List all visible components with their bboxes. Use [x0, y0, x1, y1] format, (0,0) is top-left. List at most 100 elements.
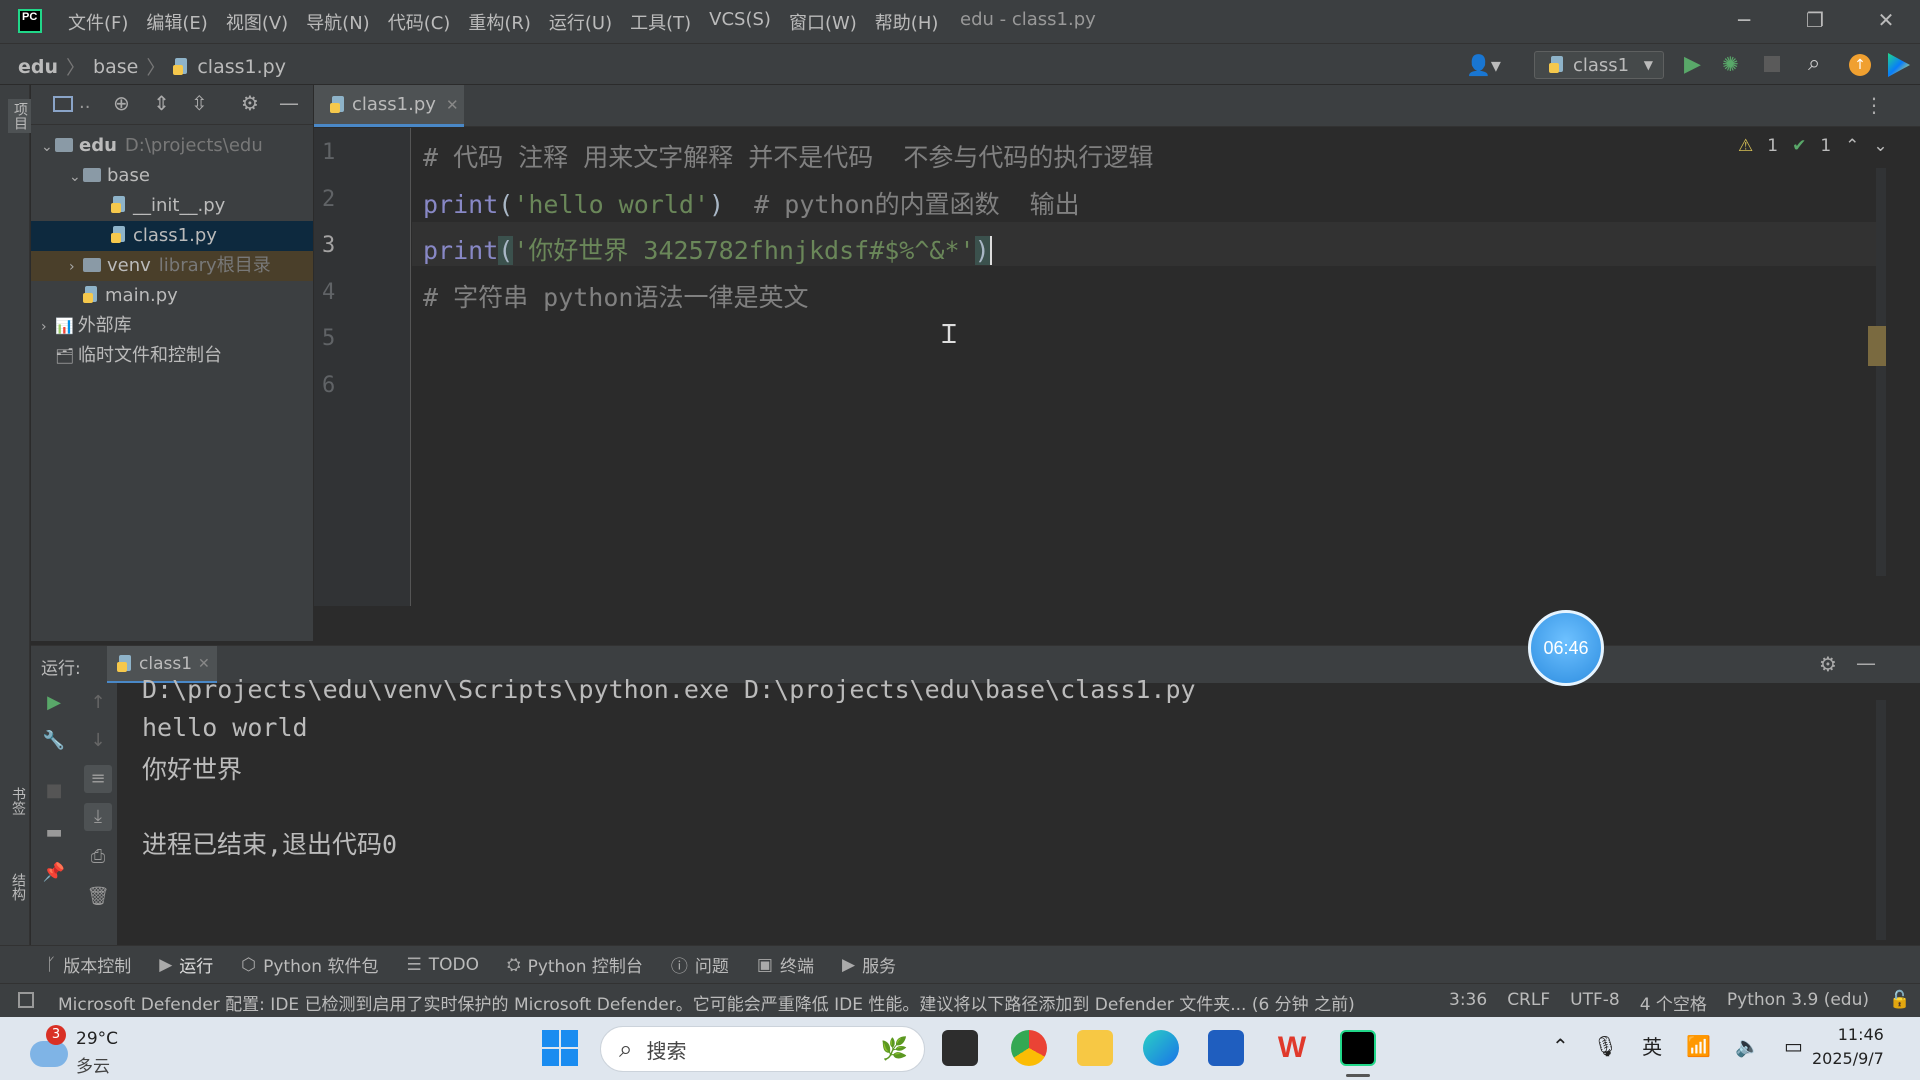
menu-item[interactable]: 重构(R): [468, 9, 531, 35]
tool-tab[interactable]: ▶ 运行: [159, 952, 213, 978]
print-icon[interactable]: ⎙: [84, 843, 112, 871]
menu-item[interactable]: 文件(F): [68, 9, 128, 35]
volume-icon[interactable]: 🔈: [1735, 1034, 1760, 1058]
chevron-up-icon[interactable]: ⌃: [1845, 136, 1859, 156]
menu-item[interactable]: 编辑(E): [146, 9, 207, 35]
locate-icon[interactable]: ⊕: [113, 91, 130, 115]
hide-icon[interactable]: —: [279, 91, 299, 115]
console-scrollbar[interactable]: [1876, 700, 1886, 940]
code-line[interactable]: print('你好世界 3425782fhnjkdsf#$%^&*'): [423, 231, 992, 267]
battery-icon[interactable]: ▭: [1784, 1034, 1803, 1058]
code-lines[interactable]: # 代码 注释 用来文字解释 并不是代码 不参与代码的执行逻辑 print('he…: [412, 128, 1876, 606]
rerun-icon[interactable]: ▶: [40, 689, 68, 717]
menu-item[interactable]: VCS(S): [709, 9, 771, 35]
trash-icon[interactable]: 🗑: [84, 883, 112, 911]
taskbar-search[interactable]: ⌕ 搜索 🌿: [600, 1026, 925, 1072]
tree-item[interactable]: ⌄ base: [31, 161, 313, 191]
ime-indicator[interactable]: 英: [1642, 1031, 1662, 1060]
update-icon[interactable]: ↑: [1849, 54, 1871, 76]
bookmarks-tool-button[interactable]: 书签: [8, 787, 28, 815]
tree-item[interactable]: ⌄ edu D:\projects\edu: [31, 131, 313, 161]
scroll-to-end-icon[interactable]: ⤓: [84, 803, 112, 831]
wifi-icon[interactable]: 📶: [1686, 1034, 1711, 1058]
more-icon[interactable]: ..: [79, 92, 90, 113]
store-icon[interactable]: [1208, 1030, 1244, 1066]
structure-tool-button[interactable]: 结构: [8, 873, 28, 901]
soft-wrap-icon[interactable]: ≡: [84, 765, 112, 793]
stop-icon[interactable]: ■: [40, 777, 68, 805]
close-icon[interactable]: ✕: [1874, 8, 1898, 32]
collapse-all-icon[interactable]: ⇳: [191, 91, 208, 115]
editor-tab-class1[interactable]: class1.py ✕: [314, 85, 464, 127]
menu-item[interactable]: 窗口(W): [789, 9, 857, 35]
tool-tab[interactable]: ▶ 服务: [842, 952, 896, 978]
recording-timer[interactable]: 06:46: [1528, 610, 1604, 686]
arrow-up-icon[interactable]: ↑: [84, 689, 112, 717]
edge-icon[interactable]: [1143, 1030, 1179, 1066]
menu-item[interactable]: 运行(U): [549, 9, 612, 35]
inspection-widget[interactable]: ⚠ 1 ✔ 1 ⌃ ⌄: [1738, 136, 1888, 156]
gear-icon[interactable]: ⚙: [1819, 652, 1837, 676]
pycharm-taskbar-icon[interactable]: [1340, 1030, 1376, 1066]
breadcrumb-item-folder[interactable]: base: [93, 56, 138, 78]
tool-tab[interactable]: ▣ 终端: [757, 952, 814, 978]
tree-item[interactable]: › 📊 外部库: [31, 311, 313, 341]
expand-all-icon[interactable]: ⇕: [153, 91, 170, 115]
tree-item[interactable]: class1.py: [31, 221, 313, 251]
caret-position[interactable]: 3:36: [1449, 990, 1487, 1015]
menu-item[interactable]: 工具(T): [630, 9, 691, 35]
menu-item[interactable]: 代码(C): [388, 9, 451, 35]
tree-item[interactable]: 🗂 临时文件和控制台: [31, 341, 313, 371]
tree-item[interactable]: __init__.py: [31, 191, 313, 221]
arrow-down-icon[interactable]: ↓: [84, 727, 112, 755]
plugin-icon[interactable]: [1888, 53, 1910, 77]
layout-icon[interactable]: ▬: [40, 819, 68, 847]
minimize-icon[interactable]: ─: [1732, 8, 1756, 32]
tool-tab[interactable]: ᚴ 版本控制: [46, 952, 131, 978]
editor-scrollbar[interactable]: [1876, 168, 1886, 576]
tool-tab[interactable]: ⬡ Python 软件包: [241, 952, 378, 978]
tree-item[interactable]: › venv library根目录: [31, 251, 313, 281]
chevron-down-icon[interactable]: ⌄: [1873, 136, 1887, 156]
chevron-down-icon[interactable]: ⌄: [41, 132, 55, 162]
task-view-icon[interactable]: [942, 1030, 978, 1066]
restore-icon[interactable]: ❐: [1803, 8, 1827, 32]
user-account-icon[interactable]: 👤▾: [1466, 53, 1501, 77]
run-console[interactable]: D:\projects\edu\venv\Scripts\python.exe …: [117, 675, 1877, 945]
chevron-down-icon[interactable]: ⌄: [69, 162, 83, 192]
pin-icon[interactable]: 📌: [40, 859, 68, 887]
line-separator[interactable]: CRLF: [1507, 990, 1550, 1015]
chrome-icon[interactable]: [1011, 1030, 1047, 1066]
status-message[interactable]: Microsoft Defender 配置: IDE 已检测到启用了实时保护的 …: [58, 990, 1355, 1015]
wps-icon[interactable]: W: [1274, 1030, 1310, 1066]
run-configuration-select[interactable]: class1 ▼: [1534, 51, 1664, 79]
tree-item[interactable]: main.py: [31, 281, 313, 311]
chevron-right-icon[interactable]: ›: [41, 312, 55, 342]
more-vertical-icon[interactable]: ⋮: [1864, 93, 1884, 117]
chevron-right-icon[interactable]: ›: [69, 252, 83, 282]
menu-item[interactable]: 导航(N): [306, 9, 370, 35]
breadcrumb-item-file[interactable]: class1.py: [197, 56, 286, 78]
file-explorer-icon[interactable]: [1077, 1030, 1113, 1066]
hide-icon[interactable]: —: [1856, 651, 1876, 675]
microphone-icon[interactable]: 🎙: [1593, 1034, 1618, 1058]
interpreter-selector[interactable]: Python 3.9 (edu): [1727, 990, 1869, 1015]
tool-tab[interactable]: ☰ TODO: [406, 955, 479, 975]
tool-tab[interactable]: ⓘ 问题: [671, 952, 729, 977]
lock-icon[interactable]: 🔓: [1889, 990, 1910, 1015]
code-line[interactable]: # 代码 注释 用来文字解释 并不是代码 不参与代码的执行逻辑: [423, 138, 1153, 174]
close-tab-icon[interactable]: ✕: [198, 656, 210, 672]
indent-setting[interactable]: 4 个空格: [1640, 990, 1707, 1015]
close-tab-icon[interactable]: ✕: [446, 96, 459, 114]
breadcrumb-item-project[interactable]: edu: [18, 56, 58, 78]
search-icon[interactable]: ⌕: [1808, 51, 1820, 76]
wrench-icon[interactable]: 🔧: [40, 727, 68, 755]
menu-item[interactable]: 帮助(H): [875, 9, 939, 35]
debug-icon[interactable]: ✺: [1722, 52, 1739, 76]
code-line[interactable]: print('hello world') # python的内置函数 输出: [423, 185, 1080, 221]
run-icon[interactable]: ▶: [1684, 52, 1701, 77]
stop-icon[interactable]: [1764, 56, 1780, 72]
chevron-up-icon[interactable]: ⌃: [1552, 1034, 1569, 1058]
file-encoding[interactable]: UTF-8: [1570, 990, 1620, 1015]
tool-tab[interactable]: ⛭ Python 控制台: [507, 952, 643, 978]
